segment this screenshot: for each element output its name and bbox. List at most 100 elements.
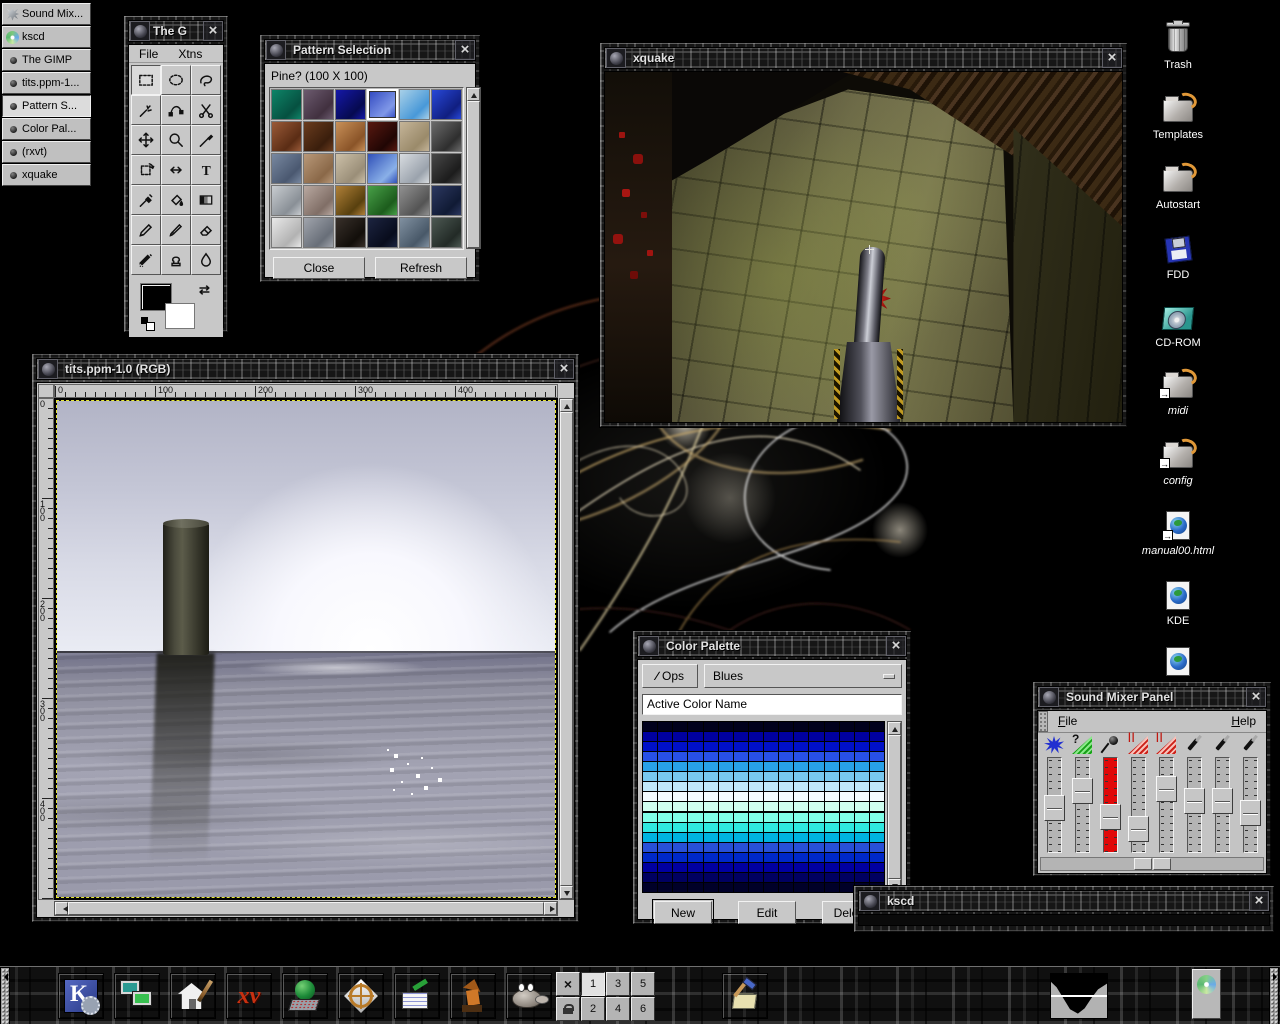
palette-color-cell[interactable] xyxy=(794,742,808,751)
palette-color-cell[interactable] xyxy=(794,762,808,771)
vertical-ruler[interactable]: 01 0 02 0 03 0 04 0 0 xyxy=(38,398,54,900)
palette-color-cell[interactable] xyxy=(794,792,808,801)
palette-color-cell[interactable] xyxy=(704,863,718,872)
palette-color-cell[interactable] xyxy=(749,883,763,892)
volume-slider[interactable] xyxy=(1075,757,1090,853)
palette-color-cell[interactable] xyxy=(658,833,672,842)
pager-desktop-3[interactable]: 3 xyxy=(606,972,630,996)
palette-color-cell[interactable] xyxy=(809,752,823,761)
palette-color-cell[interactable] xyxy=(855,792,869,801)
palette-color-cell[interactable] xyxy=(809,742,823,751)
palette-color-cell[interactable] xyxy=(749,792,763,801)
flip-tool-button[interactable] xyxy=(161,155,191,185)
palette-color-cell[interactable] xyxy=(704,762,718,771)
palette-color-cell[interactable] xyxy=(734,833,748,842)
horizontal-ruler[interactable]: 0100200300400 xyxy=(54,384,558,398)
palette-color-cell[interactable] xyxy=(794,843,808,852)
palette-color-cell[interactable] xyxy=(809,853,823,862)
image-canvas[interactable] xyxy=(54,398,558,900)
palette-color-cell[interactable] xyxy=(688,722,702,731)
convolve-tool-button[interactable] xyxy=(191,245,221,275)
palette-color-cell[interactable] xyxy=(764,863,778,872)
mixer-scroll-button[interactable] xyxy=(1134,858,1152,870)
pattern-swatch[interactable] xyxy=(367,153,398,184)
palette-color-cell[interactable] xyxy=(688,802,702,811)
palette-color-cell[interactable] xyxy=(688,853,702,862)
palette-color-cell[interactable] xyxy=(779,732,793,741)
desktop-icon-Autostart[interactable]: Autostart xyxy=(1130,162,1226,211)
palette-color-cell[interactable] xyxy=(840,853,854,862)
pattern-swatch[interactable] xyxy=(303,153,334,184)
window-menu-button[interactable] xyxy=(860,891,880,911)
ops-menu-button[interactable]: ∕ Ops xyxy=(642,664,698,688)
magnify-tool-button[interactable] xyxy=(161,125,191,155)
palette-color-cell[interactable] xyxy=(734,752,748,761)
palette-color-cell[interactable] xyxy=(673,772,687,781)
palette-color-cell[interactable] xyxy=(794,853,808,862)
palette-color-grid[interactable] xyxy=(642,721,885,893)
window-menu-button[interactable] xyxy=(130,21,150,41)
palette-color-cell[interactable] xyxy=(870,802,884,811)
paintbrush-tool-button[interactable] xyxy=(161,215,191,245)
palette-color-cell[interactable] xyxy=(719,772,733,781)
palette-color-cell[interactable] xyxy=(749,762,763,771)
palette-color-cell[interactable] xyxy=(643,722,657,731)
palette-color-cell[interactable] xyxy=(764,802,778,811)
desktop-icon-midi[interactable]: →midi xyxy=(1130,368,1226,417)
palette-color-cell[interactable] xyxy=(840,782,854,791)
palette-color-cell[interactable] xyxy=(825,863,839,872)
palette-color-cell[interactable] xyxy=(779,883,793,892)
eraser-tool-button[interactable] xyxy=(191,215,221,245)
image-horizontal-scrollbar[interactable] xyxy=(54,901,558,916)
horizontal-scroll-thumb[interactable] xyxy=(68,902,544,915)
pattern-scrollbar[interactable] xyxy=(466,87,481,249)
pager-desktop-2[interactable]: 2 xyxy=(581,997,605,1021)
palette-color-cell[interactable] xyxy=(870,813,884,822)
logout-button[interactable]: × xyxy=(556,972,580,996)
palette-color-cell[interactable] xyxy=(704,843,718,852)
palette-color-cell[interactable] xyxy=(764,762,778,771)
palette-color-cell[interactable] xyxy=(870,833,884,842)
desktop-icon-FDD[interactable]: FDD xyxy=(1130,232,1226,281)
palette-color-cell[interactable] xyxy=(809,762,823,771)
bezier-select-tool-button[interactable] xyxy=(161,95,191,125)
palette-color-cell[interactable] xyxy=(704,833,718,842)
launcher-toy-app[interactable] xyxy=(450,973,496,1019)
palette-color-cell[interactable] xyxy=(734,883,748,892)
palette-color-cell[interactable] xyxy=(658,722,672,731)
palette-color-cell[interactable] xyxy=(658,863,672,872)
toolbox-titlebar[interactable]: The G × xyxy=(128,20,224,42)
palette-color-cell[interactable] xyxy=(688,732,702,741)
close-icon[interactable]: × xyxy=(554,359,574,379)
bucket-fill-tool-button[interactable] xyxy=(161,185,191,215)
palette-color-cell[interactable] xyxy=(688,782,702,791)
desktop-icon-Trash[interactable]: Trash xyxy=(1130,22,1226,71)
desktop-icon-Templates[interactable]: Templates xyxy=(1130,92,1226,141)
palette-color-cell[interactable] xyxy=(688,762,702,771)
palette-color-cell[interactable] xyxy=(855,722,869,731)
fuzzy-select-tool-button[interactable] xyxy=(131,95,161,125)
palette-color-cell[interactable] xyxy=(855,762,869,771)
pattern-swatch[interactable] xyxy=(335,217,366,248)
palette-color-cell[interactable] xyxy=(734,782,748,791)
window-menu-button[interactable] xyxy=(639,636,659,656)
launcher-k-menu[interactable] xyxy=(58,973,104,1019)
vertical-scroll-thumb[interactable] xyxy=(560,412,573,886)
task-button[interactable]: Pattern S... xyxy=(2,95,91,117)
palette-color-cell[interactable] xyxy=(794,863,808,872)
palette-color-cell[interactable] xyxy=(779,762,793,771)
palette-color-cell[interactable] xyxy=(719,843,733,852)
pattern-swatch[interactable] xyxy=(303,89,334,120)
palette-color-cell[interactable] xyxy=(673,873,687,882)
scroll-right-icon[interactable] xyxy=(544,902,557,915)
palette-color-cell[interactable] xyxy=(855,823,869,832)
pattern-swatch[interactable] xyxy=(399,153,430,184)
launcher-help-wheel[interactable] xyxy=(338,973,384,1019)
palette-color-cell[interactable] xyxy=(825,782,839,791)
palette-color-cell[interactable] xyxy=(870,873,884,882)
rect-select-tool-button[interactable] xyxy=(131,65,161,95)
pattern-titlebar[interactable]: Pattern Selection × xyxy=(264,39,476,61)
palette-color-cell[interactable] xyxy=(673,853,687,862)
volume-slider[interactable] xyxy=(1103,757,1118,853)
desktop-icon-KDE[interactable]: KDE xyxy=(1130,578,1226,627)
